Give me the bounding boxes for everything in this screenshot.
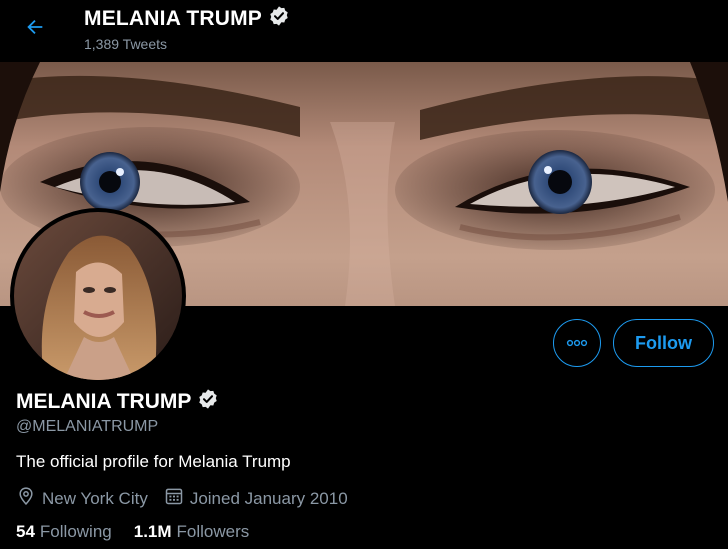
- tweet-count: 1,389 Tweets: [84, 36, 168, 52]
- joined-item: Joined January 2010: [164, 486, 348, 511]
- profile-bio: The official profile for Melania Trump: [16, 452, 291, 471]
- header-name: MELANIA TRUMP: [84, 7, 262, 30]
- calendar-icon: [164, 486, 184, 511]
- followers-label: Followers: [176, 522, 250, 541]
- location-item: New York City: [16, 486, 148, 511]
- header-title: MELANIA TRUMP: [84, 5, 290, 33]
- top-bar: MELANIA TRUMP 1,389 Tweets: [0, 0, 728, 62]
- profile-page: MELANIA TRUMP 1,389 Tweets Follow MELANI…: [0, 0, 728, 549]
- verified-badge-icon: [268, 5, 290, 33]
- following-label: Following: [39, 522, 112, 541]
- more-options-button[interactable]: [553, 319, 601, 367]
- location-text: New York City: [42, 488, 148, 508]
- location-pin-icon: [16, 486, 36, 511]
- profile-meta: New York City Joined January 2010: [16, 486, 364, 511]
- profile-display-name: MELANIA TRUMP: [16, 388, 219, 416]
- following-count: 54: [16, 522, 35, 541]
- follow-button[interactable]: Follow: [613, 319, 714, 367]
- profile-name-text: MELANIA TRUMP: [16, 390, 192, 413]
- profile-stats: 54 Following 1.1M Followers: [16, 522, 271, 542]
- back-button[interactable]: [18, 12, 52, 46]
- following-link[interactable]: 54 Following: [16, 522, 112, 542]
- followers-count: 1.1M: [133, 522, 172, 541]
- verified-badge-icon: [197, 388, 219, 416]
- arrow-left-icon: [24, 16, 46, 43]
- profile-handle: @MELANIATRUMP: [16, 418, 159, 435]
- more-options-icon: [566, 334, 588, 352]
- profile-avatar[interactable]: [10, 208, 186, 384]
- followers-link[interactable]: 1.1M Followers: [134, 522, 250, 542]
- joined-text: Joined January 2010: [189, 488, 348, 508]
